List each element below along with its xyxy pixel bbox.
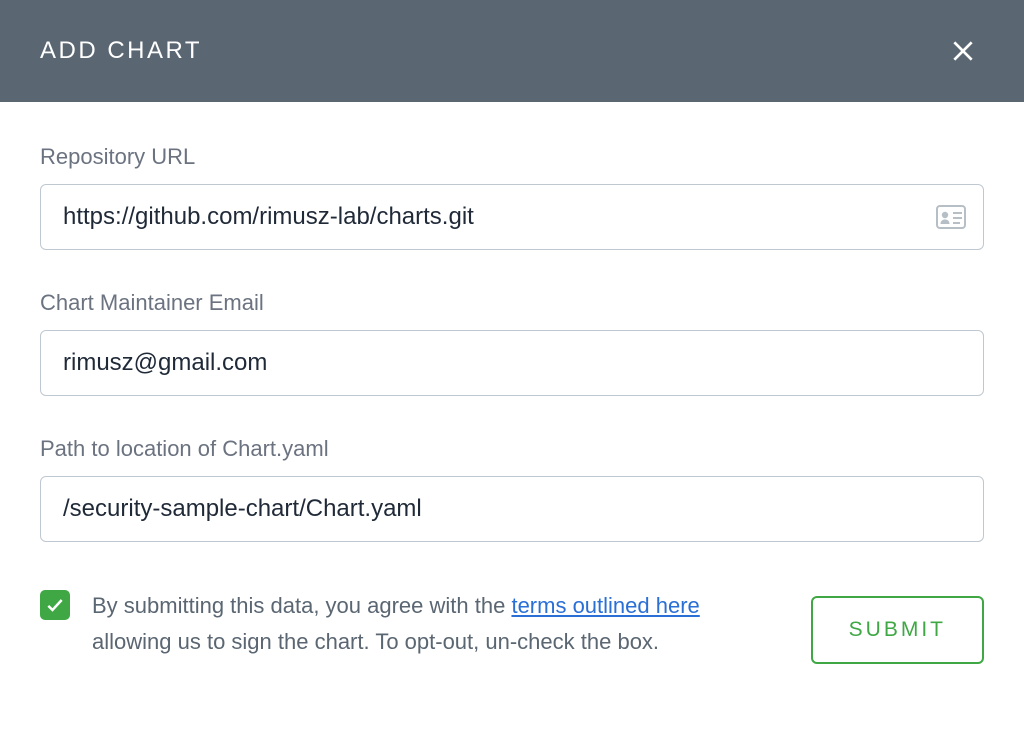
dialog-title: ADD CHART [40, 37, 202, 65]
email-label: Chart Maintainer Email [40, 290, 984, 316]
repo-url-field-group: Repository URL [40, 144, 984, 250]
terms-link[interactable]: terms outlined here [511, 593, 699, 618]
email-field-group: Chart Maintainer Email [40, 290, 984, 396]
chart-path-input[interactable] [40, 476, 984, 542]
chart-path-field-group: Path to location of Chart.yaml [40, 436, 984, 542]
submit-button[interactable]: SUBMIT [811, 596, 984, 664]
chart-path-label: Path to location of Chart.yaml [40, 436, 984, 462]
bottom-row: By submitting this data, you agree with … [40, 588, 984, 664]
add-chart-dialog: ADD CHART Repository URL [0, 0, 1024, 738]
repo-url-label: Repository URL [40, 144, 984, 170]
close-button[interactable] [942, 30, 984, 72]
agreement-checkbox[interactable] [40, 590, 70, 620]
email-input[interactable] [40, 330, 984, 396]
email-input-wrap [40, 330, 984, 396]
agreement-prefix: By submitting this data, you agree with … [92, 593, 511, 618]
dialog-header: ADD CHART [0, 0, 1024, 102]
agreement-text: By submitting this data, you agree with … [92, 588, 740, 661]
dialog-content: Repository URL Chart Maintainer Email [0, 102, 1024, 738]
agreement-section: By submitting this data, you agree with … [40, 588, 740, 661]
repo-url-input-wrap [40, 184, 984, 250]
check-icon [45, 595, 65, 615]
chart-path-input-wrap [40, 476, 984, 542]
close-icon [950, 38, 976, 64]
agreement-suffix: allowing us to sign the chart. To opt-ou… [92, 629, 659, 654]
repo-url-input[interactable] [40, 184, 984, 250]
